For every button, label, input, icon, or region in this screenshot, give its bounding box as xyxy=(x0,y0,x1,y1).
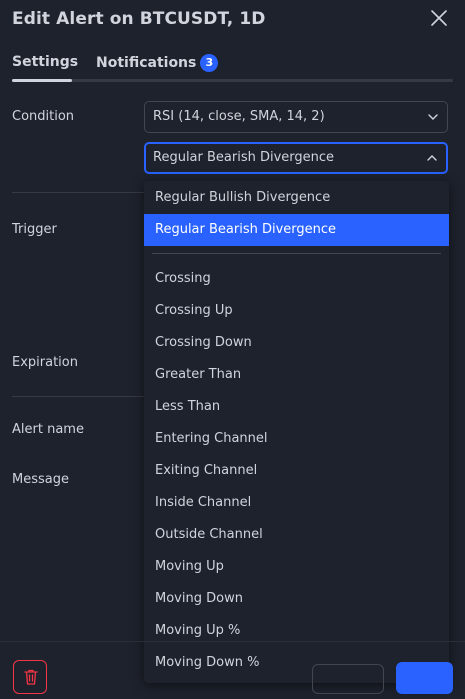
footer-divider xyxy=(0,641,465,642)
condition-operator-select[interactable]: Regular Bearish Divergence xyxy=(144,142,448,174)
option-entering-channel[interactable]: Entering Channel xyxy=(144,423,449,455)
trash-icon xyxy=(24,669,38,685)
divider xyxy=(12,192,144,193)
close-icon xyxy=(431,10,447,26)
notifications-count-badge: 3 xyxy=(200,54,219,72)
option-moving-up[interactable]: Moving Up xyxy=(144,551,449,583)
tab-notifications-label: Notifications xyxy=(96,55,197,71)
option-regular-bullish-divergence[interactable]: Regular Bullish Divergence xyxy=(144,182,449,214)
option-regular-bearish-divergence[interactable]: Regular Bearish Divergence xyxy=(144,214,449,246)
trigger-label: Trigger xyxy=(12,222,57,237)
condition-source-value: RSI (14, close, SMA, 14, 2) xyxy=(153,109,325,124)
dialog-title: Edit Alert on BTCUSDT, 1D xyxy=(12,9,266,29)
condition-operator-value: Regular Bearish Divergence xyxy=(153,150,335,165)
message-label: Message xyxy=(12,472,69,487)
option-outside-channel[interactable]: Outside Channel xyxy=(144,519,449,551)
option-crossing[interactable]: Crossing xyxy=(144,263,449,295)
condition-source-select[interactable]: RSI (14, close, SMA, 14, 2) xyxy=(144,101,448,133)
tab-track xyxy=(12,79,453,82)
condition-label: Condition xyxy=(12,109,75,124)
chevron-up-icon xyxy=(427,155,437,161)
close-button[interactable] xyxy=(427,6,451,30)
expiration-label: Expiration xyxy=(12,355,78,370)
option-crossing-down[interactable]: Crossing Down xyxy=(144,327,449,359)
option-moving-up-percent[interactable]: Moving Up % xyxy=(144,615,449,647)
option-greater-than[interactable]: Greater Than xyxy=(144,359,449,391)
delete-alert-button[interactable] xyxy=(13,660,47,694)
option-inside-channel[interactable]: Inside Channel xyxy=(144,487,449,519)
tab-active-indicator xyxy=(12,79,72,82)
option-less-than[interactable]: Less Than xyxy=(144,391,449,423)
alert-name-label: Alert name xyxy=(12,422,84,437)
tab-settings[interactable]: Settings xyxy=(12,54,78,70)
divider xyxy=(12,396,144,397)
option-moving-down[interactable]: Moving Down xyxy=(144,583,449,615)
chevron-down-icon xyxy=(428,114,438,120)
option-crossing-up[interactable]: Crossing Up xyxy=(144,295,449,327)
edit-alert-dialog: Edit Alert on BTCUSDT, 1D Settings Notif… xyxy=(0,0,465,699)
option-exiting-channel[interactable]: Exiting Channel xyxy=(144,455,449,487)
cancel-button[interactable] xyxy=(312,664,384,694)
save-button[interactable] xyxy=(396,662,453,694)
condition-operator-dropdown: Regular Bullish Divergence Regular Beari… xyxy=(144,181,449,683)
tab-notifications[interactable]: Notifications 3 xyxy=(96,54,219,72)
dropdown-separator xyxy=(152,253,441,254)
